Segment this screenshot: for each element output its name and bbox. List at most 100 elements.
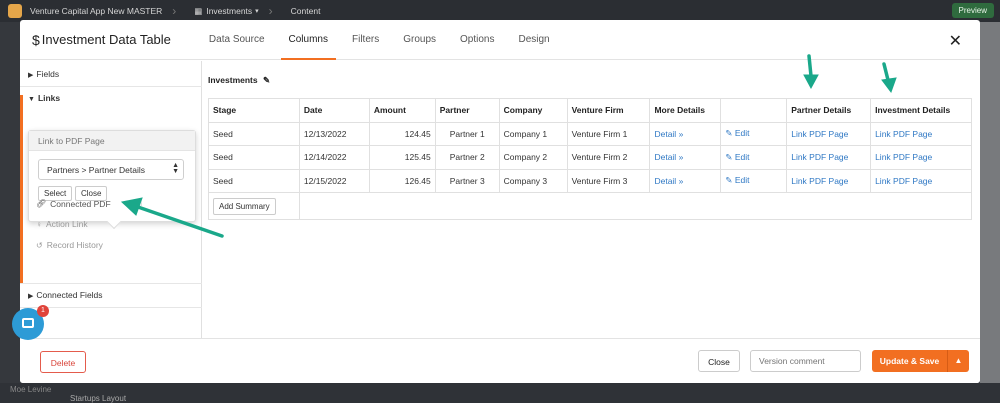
data-table-modal: $ Investment Data Table Data Source Colu…: [20, 20, 980, 383]
summary-cell: Add Summary: [208, 192, 300, 220]
column-header[interactable]: Venture Firm: [566, 98, 651, 123]
tab-data-source[interactable]: Data Source: [197, 20, 277, 60]
double-chevron-icon: »: [678, 128, 684, 139]
column-header[interactable]: Investment Details: [870, 98, 972, 123]
cell-partner-details: Link PDF Page: [786, 145, 872, 170]
tab-filters[interactable]: Filters: [340, 20, 391, 60]
update-options-caret-icon[interactable]: ▲: [947, 350, 969, 372]
column-header[interactable]: Partner: [434, 98, 500, 123]
column-header[interactable]: More Details: [649, 98, 722, 123]
popup-pointer: [106, 214, 122, 230]
cell-amount: 125.45: [368, 145, 436, 170]
cell-date: 12/13/2022: [298, 121, 370, 146]
cell-edit: ✎ Edit: [720, 121, 788, 146]
close-button[interactable]: Close: [698, 350, 740, 372]
double-chevron-icon: »: [678, 175, 684, 186]
column-header[interactable]: Company: [498, 98, 568, 123]
breadcrumb-section[interactable]: ▦ Investments ▾: [194, 6, 258, 17]
divider: [20, 283, 202, 284]
breadcrumb-page[interactable]: Content: [291, 6, 321, 16]
table-row: Seed 12/15/2022 126.45 Partner 3 Company…: [208, 168, 972, 193]
tab-design[interactable]: Design: [506, 20, 561, 60]
cell-edit: ✎ Edit: [720, 145, 788, 170]
divider: [20, 86, 202, 87]
cell-details: Detail »: [649, 121, 722, 146]
action-link-label: Action Link: [46, 219, 88, 229]
cell-company: Company 3: [498, 168, 568, 193]
connected-pdf-item[interactable]: 🔗︎ Connected PDF ☝︎: [36, 198, 142, 209]
cell-details: Detail »: [649, 168, 722, 193]
chat-icon: [22, 318, 34, 328]
column-header[interactable]: Stage: [208, 98, 300, 123]
caret-down-icon: ▼: [28, 96, 35, 103]
pdf-page-select[interactable]: Partners > Partner Details ▲ ▼: [38, 159, 184, 180]
partner-pdf-link[interactable]: Link PDF Page: [791, 176, 848, 186]
connected-fields-section[interactable]: ▶ Connected Fields: [20, 290, 202, 300]
record-history-label: Record History: [46, 240, 103, 250]
cell-edit: ✎ Edit: [720, 168, 788, 193]
tab-columns[interactable]: Columns: [277, 20, 340, 60]
summary-empty-cell: [298, 192, 973, 220]
summary-row: Add Summary: [208, 192, 973, 220]
edit-link[interactable]: ✎ Edit: [725, 128, 749, 138]
breadcrumb-section-label: Investments: [206, 6, 253, 16]
table-title: Investments ✎: [208, 75, 270, 86]
tab-options[interactable]: Options: [448, 20, 506, 60]
cell-date: 12/15/2022: [298, 168, 370, 193]
cell-stage: Seed: [208, 121, 300, 146]
column-header[interactable]: Amount: [368, 98, 436, 123]
caret-right-icon: ▶: [28, 293, 34, 300]
tab-groups[interactable]: Groups: [391, 20, 448, 60]
detail-link[interactable]: Detail »: [654, 176, 683, 186]
edit-link-label: Edit: [734, 175, 750, 186]
version-comment-input[interactable]: [750, 350, 861, 372]
cell-date: 12/14/2022: [298, 145, 370, 170]
table-row: Seed 12/13/2022 124.45 Partner 1 Company…: [208, 121, 972, 146]
modal-header: $ Investment Data Table Data Source Colu…: [20, 20, 980, 60]
detail-link-label: Detail: [654, 128, 677, 139]
investment-pdf-link[interactable]: Link PDF Page: [875, 129, 932, 139]
add-summary-button[interactable]: Add Summary: [213, 197, 276, 215]
close-icon[interactable]: ✕: [949, 31, 962, 51]
investment-pdf-link[interactable]: Link PDF Page: [875, 152, 932, 162]
cell-partner: Partner 3: [434, 168, 500, 193]
fields-section[interactable]: ▶ Fields: [20, 69, 202, 79]
update-save-button[interactable]: Update & Save: [872, 350, 947, 372]
investment-pdf-link[interactable]: Link PDF Page: [875, 176, 932, 186]
breadcrumb-app[interactable]: Venture Capital App New MASTER: [30, 6, 162, 16]
cell-investment-details: Link PDF Page: [870, 121, 972, 146]
app-topbar: Venture Capital App New MASTER › ▦ Inves…: [0, 0, 1000, 22]
layout-name: Startups Layout: [70, 394, 127, 403]
background-content: [980, 22, 1000, 383]
partner-pdf-link[interactable]: Link PDF Page: [791, 129, 848, 139]
detail-link[interactable]: Detail »: [654, 129, 683, 139]
edit-link-label: Edit: [734, 128, 750, 139]
fields-label: Fields: [36, 69, 60, 79]
column-settings-panel: ▶ Fields ▼ Links Link to PDF Page Partners…: [20, 61, 202, 338]
chevron-down-icon: ▾: [255, 8, 259, 15]
link-icon: 🔗︎: [36, 199, 47, 208]
pencil-icon[interactable]: ✎: [263, 75, 270, 85]
modal-title: $ Investment Data Table: [32, 32, 171, 48]
chat-notification-badge: 1: [37, 305, 49, 317]
cell-amount: 126.45: [368, 168, 436, 193]
partner-pdf-link[interactable]: Link PDF Page: [791, 152, 848, 162]
delete-button[interactable]: Delete: [40, 351, 86, 373]
detail-link[interactable]: Detail »: [654, 152, 683, 162]
cell-partner: Partner 2: [434, 145, 500, 170]
modal-tabs: Data Source Columns Filters Groups Optio…: [197, 20, 562, 60]
links-section[interactable]: ▼ Links: [20, 93, 202, 103]
edit-link[interactable]: ✎ Edit: [725, 152, 749, 162]
column-header[interactable]: Date: [298, 98, 370, 123]
table-preview-area: Investments ✎ Stage Date Amount Partner …: [202, 61, 980, 338]
action-link-item[interactable]: ♀︎ Action Link: [36, 219, 88, 229]
column-header[interactable]: Partner Details: [786, 98, 872, 123]
pencil-icon: ✎: [725, 128, 733, 139]
pdf-page-select-value: Partners > Partner Details: [47, 165, 146, 175]
chat-widget-button[interactable]: 1: [12, 305, 49, 340]
column-header[interactable]: [720, 98, 788, 123]
record-history-item[interactable]: ↺ Record History: [36, 240, 103, 250]
edit-link[interactable]: ✎ Edit: [725, 175, 749, 185]
cell-investment-details: Link PDF Page: [870, 145, 972, 170]
preview-button[interactable]: Preview: [951, 3, 994, 18]
